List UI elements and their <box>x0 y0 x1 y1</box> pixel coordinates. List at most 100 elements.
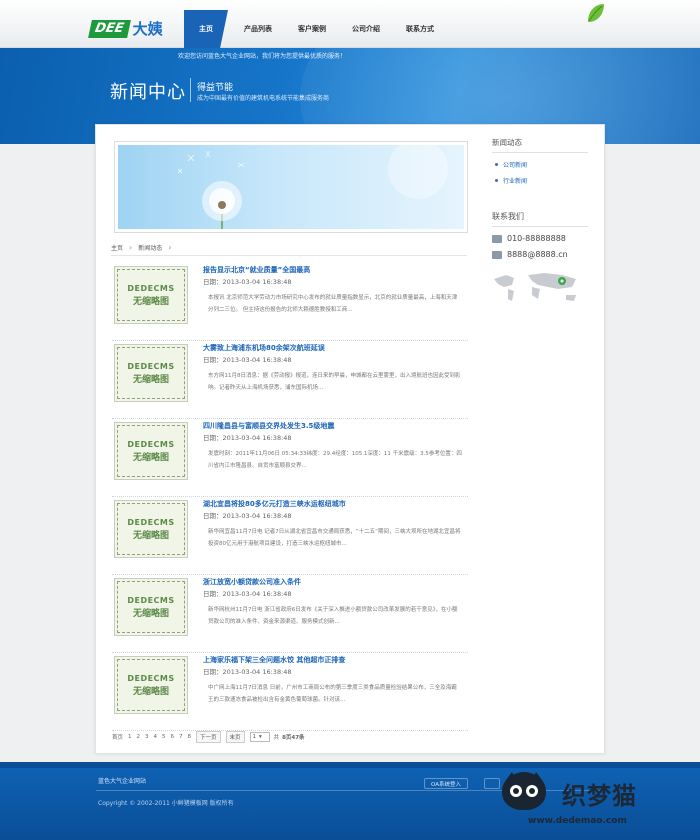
news-list: DEDECMS 无缩略图 报告显示北京“就业质量”全国最高 日期：2013-03-… <box>112 263 468 731</box>
date-value: 2013-03-04 16:38:48 <box>222 590 292 598</box>
site-logo[interactable]: DEE 大姨 <box>88 18 163 39</box>
news-date: 日期：2013-03-04 16:38:48 <box>203 666 292 676</box>
bullet-icon <box>495 163 498 166</box>
nav-item-cases[interactable]: 客户案例 <box>298 24 326 34</box>
page-title: 新闻中心 <box>110 82 186 103</box>
thumbnail-text-en: DEDECMS <box>127 517 175 527</box>
news-date: 日期：2013-03-04 16:38:48 <box>203 510 292 520</box>
pager-page[interactable]: 8 <box>188 734 192 740</box>
news-thumbnail[interactable]: DEDECMS 无缩略图 <box>114 266 188 324</box>
date-value: 2013-03-04 16:38:48 <box>222 434 292 442</box>
phone-icon <box>492 234 502 243</box>
sidebar-divider <box>492 152 588 153</box>
breadcrumb-divider <box>111 255 467 256</box>
news-summary: 东方网11月8日消息：据《劳动报》报道，连日来的早晨，申城都在云里雾里，出入境航… <box>208 373 461 391</box>
news-summary: 中广网上海11月7日消息 日前，广州市工商局公布的第三季度三类食品质量检验结果公… <box>208 685 457 703</box>
thumbnail-placeholder: DEDECMS 无缩略图 <box>117 425 185 477</box>
contact-heading: 联系我们 <box>492 212 524 221</box>
news-title-link[interactable]: 四川隆昌县与富顺县交界处发生3.5级地震 <box>203 421 334 431</box>
footer-band <box>0 762 700 768</box>
mail-button[interactable] <box>484 778 500 789</box>
date-label: 日期： <box>203 434 223 442</box>
date-label: 日期： <box>203 590 223 598</box>
oa-login-label: OA系统登入 <box>431 781 461 788</box>
date-value: 2013-03-04 16:38:48 <box>222 278 292 286</box>
breadcrumb-home[interactable]: 主页 <box>111 243 123 252</box>
date-value: 2013-03-04 16:38:48 <box>222 668 292 676</box>
nav-item-about[interactable]: 公司介绍 <box>352 24 380 34</box>
mail-icon <box>492 250 502 259</box>
footer-site-name: 蓝色大气企业网站 <box>98 778 147 785</box>
watermark-url: www.dedemao.com <box>528 816 627 826</box>
date-label: 日期： <box>203 356 223 364</box>
leaf-icon <box>588 4 604 22</box>
nav-item-contact[interactable]: 联系方式 <box>406 24 434 34</box>
world-map-icon <box>494 273 576 301</box>
news-title-link[interactable]: 湖北宜昌将投80多亿元打造三峡水运枢纽城市 <box>203 499 346 509</box>
thumbnail-placeholder: DEDECMS 无缩略图 <box>117 347 185 399</box>
dandelion-icon <box>177 145 448 229</box>
pager-first[interactable]: 首页 <box>112 733 123 741</box>
thumbnail-text-en: DEDECMS <box>127 673 175 683</box>
breadcrumb-news[interactable]: 新闻动态 <box>138 243 162 252</box>
news-item: DEDECMS 无缩略图 四川隆昌县与富顺县交界处发生3.5级地震 日期：2013… <box>112 419 468 497</box>
thumbnail-text-cn: 无缩略图 <box>132 296 169 307</box>
news-date: 日期：2013-03-04 16:38:48 <box>203 432 292 442</box>
pager-page[interactable]: 3 <box>145 734 149 740</box>
hero-image-frame <box>114 141 468 233</box>
thumbnail-text-cn: 无缩略图 <box>132 530 169 541</box>
pagination: 首页 1 2 3 4 5 6 7 8 下一页 末页 1 ▾ 共 8页 47条 <box>112 731 310 743</box>
nav-item-home[interactable]: 主页 <box>184 10 228 48</box>
thumbnail-placeholder: DEDECMS 无缩略图 <box>117 269 185 321</box>
banner-description: 成为中国最有价值的建筑机电系统节能集成服务商 <box>197 95 330 102</box>
oa-login-button[interactable]: OA系统登入 <box>424 778 468 789</box>
news-title-link[interactable]: 浙江放宽小额贷款公司准入条件 <box>203 577 301 587</box>
news-thumbnail[interactable]: DEDECMS 无缩略图 <box>114 344 188 402</box>
dandelion-image <box>118 145 464 229</box>
top-bar: DEE 大姨 主页 产品列表 客户案例 公司介绍 联系方式 <box>0 0 700 48</box>
pager-page[interactable]: 5 <box>162 734 166 740</box>
news-date: 日期：2013-03-04 16:38:48 <box>203 354 292 364</box>
news-title-link[interactable]: 大雾致上海浦东机场80余架次航班延误 <box>203 343 325 353</box>
pager-page[interactable]: 6 <box>171 734 175 740</box>
sidebar-divider <box>492 226 588 227</box>
date-value: 2013-03-04 16:38:48 <box>222 356 292 364</box>
sidebar-news-heading: 新闻动态 <box>492 138 522 147</box>
news-thumbnail[interactable]: DEDECMS 无缩略图 <box>114 500 188 558</box>
thumbnail-text-cn: 无缩略图 <box>132 608 169 619</box>
sidebar-item-company-news[interactable]: 公司新闻 <box>495 160 592 169</box>
banner-divider <box>190 78 191 102</box>
news-thumbnail[interactable]: DEDECMS 无缩略图 <box>114 578 188 636</box>
watermark-logo: 织梦猫 www.dedemao.com <box>500 770 670 840</box>
contact-email: 8888@8888.cn <box>492 250 592 259</box>
page-select[interactable]: 1 ▾ <box>249 732 270 742</box>
thumbnail-placeholder: DEDECMS 无缩略图 <box>117 503 185 555</box>
pager-page[interactable]: 7 <box>179 734 183 740</box>
pager-last-button[interactable]: 末页 <box>225 731 245 743</box>
news-thumbnail[interactable]: DEDECMS 无缩略图 <box>114 422 188 480</box>
pager-current: 1 <box>128 734 132 740</box>
news-thumbnail[interactable]: DEDECMS 无缩略图 <box>114 656 188 714</box>
pager-total-items: 47条 <box>291 735 305 741</box>
thumbnail-text-cn: 无缩略图 <box>132 686 169 697</box>
pager-page[interactable]: 4 <box>154 734 158 740</box>
page-select-value: 1 <box>252 734 257 740</box>
date-label: 日期： <box>203 668 223 676</box>
phone-number: 010-88888888 <box>507 234 566 243</box>
nav-item-products[interactable]: 产品列表 <box>244 24 272 34</box>
sidebar-item-label: 公司新闻 <box>503 162 528 169</box>
content-card: 主页 › 新闻动态 › DEDECMS 无缩略图 报告显示北京“就业质量”全国最高… <box>95 124 605 754</box>
date-label: 日期： <box>203 512 223 520</box>
pager-next-button[interactable]: 下一页 <box>196 731 221 743</box>
logo-mark: DEE <box>88 19 131 38</box>
pager-total-pages: 8页 <box>282 735 292 741</box>
email-address[interactable]: 8888@8888.cn <box>507 250 568 259</box>
news-title-link[interactable]: 报告显示北京“就业质量”全国最高 <box>203 265 310 275</box>
thumbnail-text-en: DEDECMS <box>127 361 175 371</box>
news-title-link[interactable]: 上海家乐福下架三全问题水饺 其他超市正排查 <box>203 655 345 665</box>
sidebar-item-industry-news[interactable]: 行业新闻 <box>495 176 592 185</box>
banner-subtitle: 得益节能 <box>197 83 234 93</box>
cat-icon <box>502 772 546 810</box>
pager-page[interactable]: 2 <box>137 734 141 740</box>
breadcrumb: 主页 › 新闻动态 › <box>111 243 177 252</box>
